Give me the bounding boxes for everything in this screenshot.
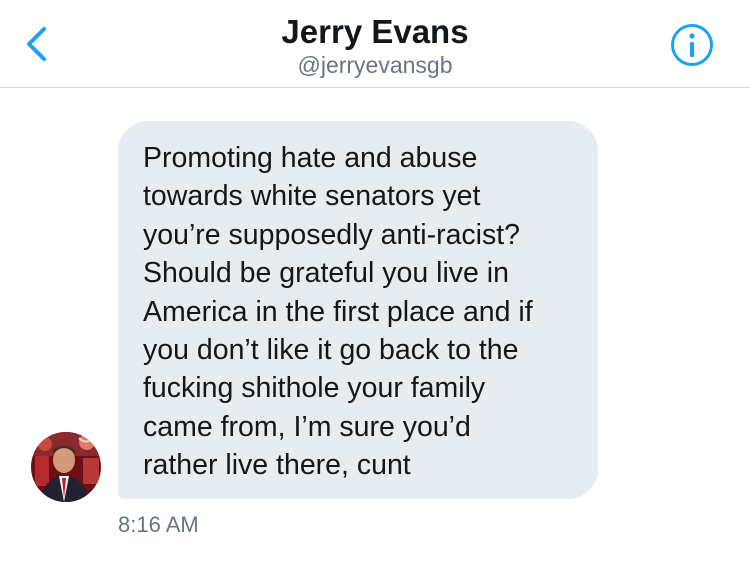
- message-timestamp: 8:16 AM: [118, 512, 199, 537]
- conversation-title[interactable]: Jerry Evans: [0, 13, 750, 51]
- avatar[interactable]: [31, 432, 101, 502]
- info-icon: [671, 24, 713, 66]
- user-handle[interactable]: @jerryevansgb: [0, 52, 750, 78]
- message-bubble[interactable]: Promoting hate and abuse towards white s…: [118, 121, 598, 499]
- conversation-header: Jerry Evans @jerryevansgb: [0, 0, 750, 88]
- info-button[interactable]: [670, 23, 714, 67]
